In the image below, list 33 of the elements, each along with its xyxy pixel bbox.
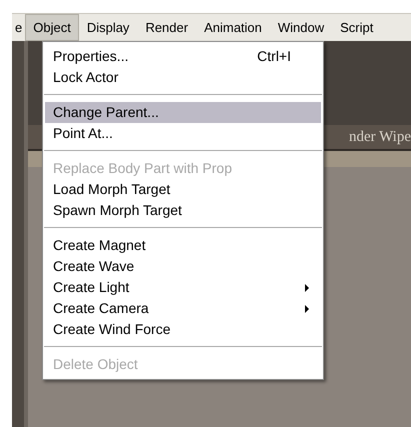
menu-item-label: Properties... (53, 47, 130, 66)
menu-item[interactable]: Load Morph Target (45, 179, 321, 200)
menu-bar-item[interactable]: Animation (196, 14, 270, 42)
menu-item-label: Point At... (53, 124, 114, 143)
menu-item-label: Create Magnet (53, 236, 147, 255)
menu-item[interactable]: Properties... Ctrl+I (45, 46, 321, 67)
menu-item[interactable]: Create Magnet (45, 235, 321, 256)
tab-label[interactable]: nder Wipe (348, 126, 411, 148)
menu-bar-item[interactable]: Window (270, 14, 332, 42)
shortcut-label: Ctrl+I (257, 47, 291, 66)
menu-item-label: Create Wave (53, 257, 136, 276)
menu-item-label: Replace Body Part with Prop (53, 159, 233, 178)
menu-bar-item[interactable]: Display (78, 14, 138, 42)
menu-item-label: Create Wind Force (53, 320, 172, 339)
menu-item[interactable]: Change Parent... (45, 102, 321, 123)
menu-item[interactable]: Point At... (45, 123, 321, 144)
menu-item[interactable]: Create Camera (45, 298, 321, 319)
menu-bar-item[interactable]: e (12, 14, 26, 42)
menu-item[interactable]: Create Wave (45, 256, 321, 277)
menu-bar-item[interactable]: Render (137, 14, 196, 42)
menu-item-label: Spawn Morph Target (53, 201, 183, 220)
menu-item[interactable]: Create Wind Force (45, 319, 321, 340)
menu-item-label: Change Parent... (53, 103, 160, 122)
menu-item-label: Delete Object (53, 355, 139, 374)
menu-item-label: Lock Actor (53, 68, 120, 87)
menu-item-label: Create Light (53, 278, 130, 297)
menu-bar-item[interactable]: Object (25, 14, 79, 42)
menu-item-label: Create Camera (53, 299, 150, 318)
menu-item[interactable]: Spawn Morph Target (45, 200, 321, 221)
menu-item-label: Load Morph Target (53, 180, 172, 199)
menu-bar-item[interactable]: Script (332, 14, 382, 42)
menu-item[interactable]: Lock Actor (45, 67, 321, 88)
menu-item[interactable]: Create Light (45, 277, 321, 298)
